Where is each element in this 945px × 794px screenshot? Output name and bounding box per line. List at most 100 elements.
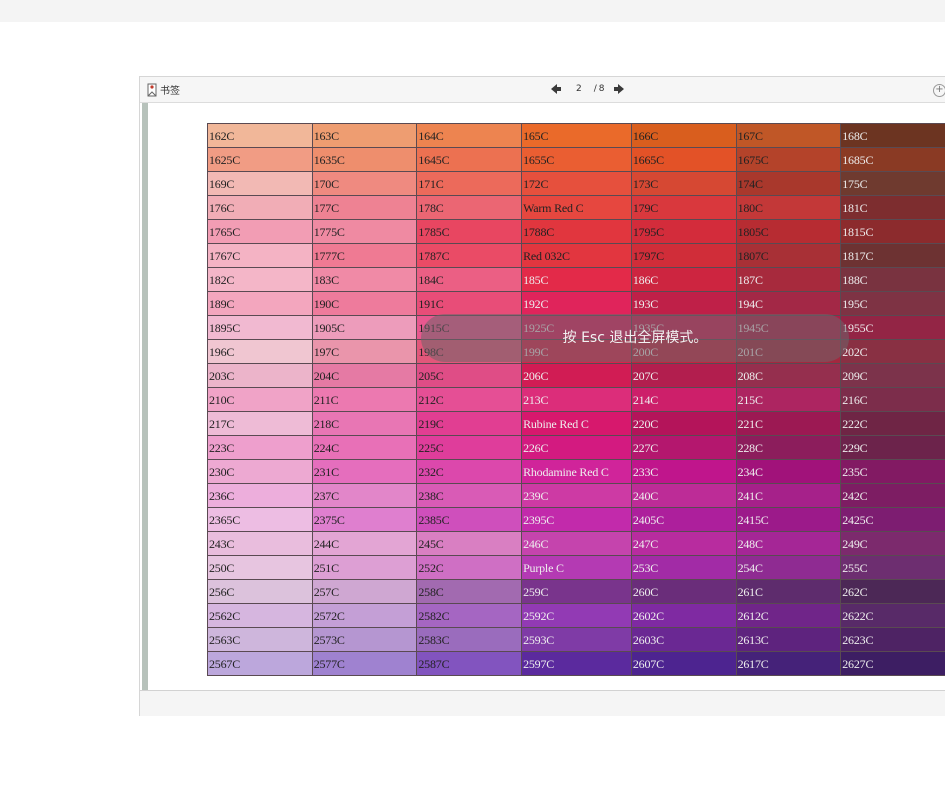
color-swatch-cell: 178C (416, 195, 523, 220)
color-swatch-cell: 238C (416, 483, 523, 508)
color-swatch-cell: 254C (735, 555, 842, 580)
color-swatch-cell: 225C (416, 435, 523, 460)
color-swatch-cell: 2627C (840, 651, 945, 676)
color-swatch-cell: Purple C (521, 555, 632, 580)
color-swatch-cell: 224C (311, 435, 418, 460)
color-swatch-cell: 231C (311, 459, 418, 484)
table-row: 250C 251C 252C Purple C 253C 254C 255C (207, 555, 945, 580)
color-swatch-cell: 243C (207, 531, 313, 556)
table-row: 2365C 2375C 2385C 2395C 2405C 2415C 2425C (207, 507, 945, 532)
color-swatch-cell: 2582C (416, 603, 523, 628)
color-swatch-cell: 164C (416, 123, 523, 148)
color-swatch-cell: 172C (521, 171, 632, 196)
color-swatch-cell: 218C (311, 411, 418, 436)
color-swatch-cell: 1777C (311, 243, 418, 268)
bookmark-toggle[interactable]: 书签 (147, 82, 180, 97)
color-swatch-cell: 1788C (521, 219, 632, 244)
color-swatch-cell: 232C (416, 459, 523, 484)
color-swatch-cell: 184C (416, 267, 523, 292)
color-swatch-cell: 213C (521, 387, 632, 412)
color-swatch-cell: 177C (311, 195, 418, 220)
color-swatch-cell: 2562C (207, 603, 313, 628)
color-swatch-cell: 1645C (416, 147, 523, 172)
color-swatch-cell: 194C (735, 291, 842, 316)
color-swatch-cell: 257C (311, 579, 418, 604)
color-swatch-cell: 2622C (840, 603, 945, 628)
table-row: 189C 190C 191C 192C 193C 194C 195C (207, 291, 945, 316)
color-swatch-cell: 241C (735, 483, 842, 508)
color-swatch-cell: 206C (521, 363, 632, 388)
table-row: 162C 163C 164C 165C 166C 167C 168C (207, 123, 945, 148)
color-swatch-cell: 235C (840, 459, 945, 484)
color-swatch-cell: 233C (630, 459, 737, 484)
color-swatch-cell: 1765C (207, 219, 313, 244)
zoom-in-icon[interactable]: + (933, 84, 945, 97)
color-swatch-cell: 251C (311, 555, 418, 580)
next-page-icon[interactable] (613, 83, 625, 95)
table-row: 236C 237C 238C 239C 240C 241C 242C (207, 483, 945, 508)
color-swatch-cell: 162C (207, 123, 313, 148)
color-swatch-cell: 189C (207, 291, 313, 316)
color-swatch-cell: 1817C (840, 243, 945, 268)
color-swatch-cell: 208C (735, 363, 842, 388)
color-swatch-cell: 2405C (630, 507, 737, 532)
color-swatch-cell: 181C (840, 195, 945, 220)
color-swatch-cell: 1797C (630, 243, 737, 268)
color-swatch-cell: 174C (735, 171, 842, 196)
color-swatch-cell: 237C (311, 483, 418, 508)
color-swatch-cell: 259C (521, 579, 632, 604)
color-swatch-cell: 204C (311, 363, 418, 388)
color-swatch-cell: 256C (207, 579, 313, 604)
table-row: 2563C 2573C 2583C 2593C 2603C 2613C 2623C (207, 627, 945, 652)
left-scroll-track (142, 103, 148, 690)
color-swatch-cell: 193C (630, 291, 737, 316)
color-swatch-cell: 2577C (311, 651, 418, 676)
color-swatch-cell: 230C (207, 459, 313, 484)
color-swatch-cell: 1955C (840, 315, 945, 340)
color-swatch-cell: 2603C (630, 627, 737, 652)
color-swatch-cell: 255C (840, 555, 945, 580)
current-page[interactable]: 2 (576, 84, 582, 94)
color-swatch-cell: 2385C (416, 507, 523, 532)
color-swatch-cell: 1625C (207, 147, 313, 172)
color-swatch-cell: 227C (630, 435, 737, 460)
color-swatch-cell: 2567C (207, 651, 313, 676)
color-swatch-cell: 249C (840, 531, 945, 556)
color-swatch-cell: 210C (207, 387, 313, 412)
color-swatch-cell: 250C (207, 555, 313, 580)
color-swatch-cell: 2602C (630, 603, 737, 628)
color-swatch-cell: 1635C (311, 147, 418, 172)
color-swatch-cell: 182C (207, 267, 313, 292)
color-swatch-cell: 176C (207, 195, 313, 220)
page-content: 162C 163C 164C 165C 166C 167C 168C 1625C 1635C 16… (140, 103, 945, 690)
color-swatch-cell: 220C (630, 411, 737, 436)
color-swatch-cell: 2623C (840, 627, 945, 652)
color-swatch-cell: 2375C (311, 507, 418, 532)
color-swatch-cell: 175C (840, 171, 945, 196)
color-swatch-cell: 180C (735, 195, 842, 220)
total-pages: 8 (598, 84, 605, 94)
color-swatch-cell: 1685C (840, 147, 945, 172)
color-swatch-cell: 223C (207, 435, 313, 460)
color-swatch-cell: Rhodamine Red C (521, 459, 632, 484)
table-row: 243C 244C 245C 246C 247C 248C 249C (207, 531, 945, 556)
bookmark-label: 书签 (160, 86, 180, 97)
color-swatch-cell: 203C (207, 363, 313, 388)
color-swatch-cell: 226C (521, 435, 632, 460)
table-row: 1765C 1775C 1785C 1788C 1795C 1805C 1815C (207, 219, 945, 244)
color-swatch-cell: 228C (735, 435, 842, 460)
table-row: 2562C 2572C 2582C 2592C 2602C 2612C 2622C (207, 603, 945, 628)
color-swatch-cell: 167C (735, 123, 842, 148)
color-swatch-cell: Warm Red C (521, 195, 632, 220)
color-swatch-cell: 1767C (207, 243, 313, 268)
color-swatch-cell: 191C (416, 291, 523, 316)
color-swatch-cell: Red 032C (521, 243, 632, 268)
color-swatch-cell: 236C (207, 483, 313, 508)
color-swatch-cell: 187C (735, 267, 842, 292)
table-row: 182C 183C 184C 185C 186C 187C 188C (207, 267, 945, 292)
color-swatch-cell: 188C (840, 267, 945, 292)
color-swatch-cell: 248C (735, 531, 842, 556)
color-swatch-cell: 1805C (735, 219, 842, 244)
color-swatch-cell: 214C (630, 387, 737, 412)
prev-page-icon[interactable] (550, 83, 562, 95)
